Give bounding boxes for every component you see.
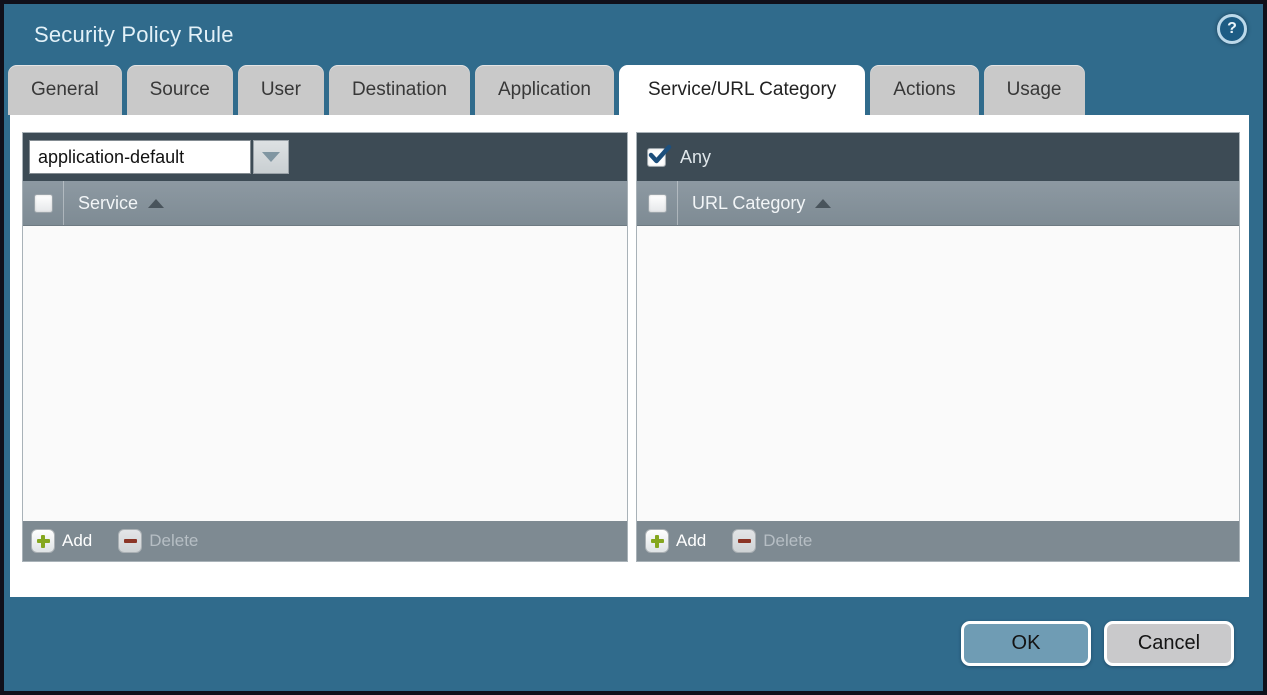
url-category-toolbar: Any bbox=[637, 133, 1239, 181]
service-list bbox=[23, 226, 627, 521]
add-icon bbox=[645, 529, 669, 553]
any-label: Any bbox=[680, 147, 711, 168]
tab-service-url-category[interactable]: Service/URL Category bbox=[619, 65, 865, 115]
tab-content: application-default Service bbox=[10, 115, 1249, 597]
url-category-column-header[interactable]: URL Category bbox=[692, 193, 805, 214]
service-column-header[interactable]: Service bbox=[78, 193, 138, 214]
sort-ascending-icon[interactable] bbox=[815, 199, 831, 208]
service-delete-button[interactable]: Delete bbox=[118, 529, 198, 553]
dialog-buttons: OK Cancel bbox=[961, 621, 1234, 666]
tab-source[interactable]: Source bbox=[127, 65, 233, 115]
service-select-all-checkbox[interactable] bbox=[34, 194, 53, 213]
url-category-table-header: URL Category bbox=[637, 181, 1239, 226]
service-toolbar: application-default bbox=[23, 133, 627, 181]
service-table-header: Service bbox=[23, 181, 627, 226]
ok-button[interactable]: OK bbox=[961, 621, 1091, 666]
tab-general[interactable]: General bbox=[8, 65, 122, 115]
titlebar: Security Policy Rule ? bbox=[4, 4, 1263, 65]
url-category-any-row[interactable]: Any bbox=[643, 147, 711, 168]
delete-icon bbox=[118, 529, 142, 553]
cancel-button[interactable]: Cancel bbox=[1104, 621, 1234, 666]
url-category-delete-button[interactable]: Delete bbox=[732, 529, 812, 553]
help-icon[interactable]: ? bbox=[1217, 14, 1247, 44]
delete-icon bbox=[732, 529, 756, 553]
any-checkbox[interactable] bbox=[647, 148, 666, 167]
tab-destination[interactable]: Destination bbox=[329, 65, 470, 115]
url-category-panel: Any URL Category Add bbox=[636, 132, 1240, 562]
tab-user[interactable]: User bbox=[238, 65, 324, 115]
dialog-title: Security Policy Rule bbox=[34, 22, 234, 48]
url-category-footer: Add Delete bbox=[637, 521, 1239, 561]
tab-bar: General Source User Destination Applicat… bbox=[4, 65, 1263, 115]
add-icon bbox=[31, 529, 55, 553]
service-add-button[interactable]: Add bbox=[31, 529, 92, 553]
service-panel: application-default Service bbox=[22, 132, 628, 562]
chevron-down-icon bbox=[262, 152, 280, 162]
service-type-dropdown-button[interactable] bbox=[253, 140, 289, 174]
url-category-add-button[interactable]: Add bbox=[645, 529, 706, 553]
service-select-all-cell bbox=[23, 181, 64, 225]
url-category-select-all-checkbox[interactable] bbox=[648, 194, 667, 213]
tab-usage[interactable]: Usage bbox=[984, 65, 1085, 115]
url-category-select-all-cell bbox=[637, 181, 678, 225]
sort-ascending-icon[interactable] bbox=[148, 199, 164, 208]
service-footer: Add Delete bbox=[23, 521, 627, 561]
service-type-dropdown[interactable]: application-default bbox=[29, 140, 289, 174]
service-type-dropdown-value[interactable]: application-default bbox=[29, 140, 251, 174]
url-category-list bbox=[637, 226, 1239, 521]
security-policy-rule-dialog: Security Policy Rule ? General Source Us… bbox=[4, 4, 1263, 691]
tab-application[interactable]: Application bbox=[475, 65, 614, 115]
tab-actions[interactable]: Actions bbox=[870, 65, 978, 115]
